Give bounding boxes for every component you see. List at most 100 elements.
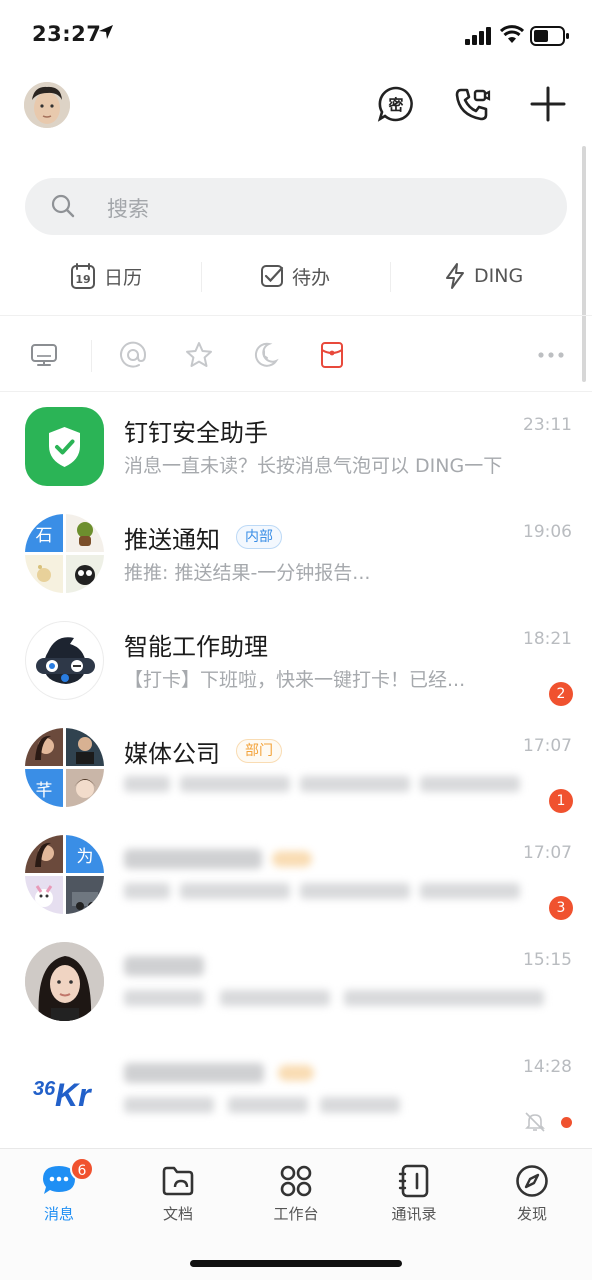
divider bbox=[201, 262, 202, 292]
conversation-name-blurred bbox=[124, 845, 324, 877]
shield-check-icon bbox=[49, 427, 80, 467]
36kr-logo: 36 Kr bbox=[33, 1077, 92, 1113]
tab-label: 工作台 bbox=[273, 1205, 319, 1223]
avatar-tile bbox=[25, 876, 63, 914]
more-icon bbox=[538, 352, 564, 358]
conversation-name: 媒体公司 bbox=[124, 740, 220, 768]
conversation-item[interactable]: 36 Kr 14:28 bbox=[0, 1035, 592, 1142]
conversation-item[interactable]: 为 17:07 3 bbox=[0, 821, 592, 928]
ding-button[interactable]: DING bbox=[444, 262, 523, 290]
avatar-tile bbox=[25, 835, 63, 873]
conversation-time: 17:07 bbox=[523, 736, 572, 756]
conversation-preview: 【打卡】下班啦，快来一键打卡！已经... bbox=[124, 669, 466, 691]
my-avatar[interactable] bbox=[24, 82, 70, 128]
todo-button[interactable]: 待办 bbox=[260, 262, 330, 290]
department-tag: 部门 bbox=[236, 739, 282, 763]
add-button[interactable] bbox=[528, 84, 568, 124]
home-indicator[interactable] bbox=[190, 1260, 402, 1267]
conversation-time: 17:07 bbox=[523, 843, 572, 863]
tab-workbench[interactable]: 工作台 bbox=[251, 1161, 341, 1225]
unread-badge: 6 bbox=[70, 1157, 94, 1181]
conversation-item[interactable]: 石 推送通知 内部 19:06 推推: 推送结果-一分钟报告... bbox=[0, 500, 592, 607]
avatar-tile bbox=[66, 769, 104, 807]
svg-text:19: 19 bbox=[75, 273, 90, 286]
avatar bbox=[25, 621, 104, 700]
conversation-preview-blurred bbox=[124, 879, 524, 908]
unread-badge: 3 bbox=[549, 896, 573, 920]
secret-chat-button[interactable]: 密 bbox=[376, 84, 416, 124]
at-icon bbox=[120, 341, 147, 368]
phone-video-icon bbox=[455, 88, 491, 121]
svg-text:Kr: Kr bbox=[55, 1077, 92, 1113]
conversation-item[interactable]: 芊 媒体公司 部门 17:07 1 bbox=[0, 714, 592, 821]
svg-text:密: 密 bbox=[388, 96, 403, 114]
ding-label: DING bbox=[474, 265, 524, 287]
filter-red-packet[interactable] bbox=[317, 340, 347, 370]
conversation-time: 18:21 bbox=[523, 629, 572, 649]
status-bar: 23:27 bbox=[0, 0, 592, 72]
red-packet-icon bbox=[321, 342, 343, 368]
group-avatar: 芊 bbox=[25, 728, 104, 807]
avatar-initial: 芊 bbox=[25, 769, 63, 807]
conversation-name: 钉钉安全助手 bbox=[124, 419, 268, 447]
conversation-name-blurred bbox=[124, 952, 224, 984]
wifi-icon bbox=[500, 25, 524, 43]
robot-bird-icon bbox=[36, 637, 95, 684]
calendar-icon: 19 bbox=[71, 263, 95, 289]
avatar-tile bbox=[25, 728, 63, 766]
search-icon bbox=[51, 194, 75, 218]
tab-label: 发现 bbox=[516, 1205, 547, 1223]
status-time: 23:27 bbox=[32, 22, 102, 46]
filter-starred[interactable] bbox=[184, 340, 214, 370]
avatar-tile bbox=[25, 555, 63, 593]
group-avatar: 为 bbox=[25, 835, 104, 914]
divider bbox=[390, 262, 391, 292]
conversation-item[interactable]: 15:15 bbox=[0, 928, 592, 1035]
conversation-list: 钉钉安全助手 23:11 消息一直未读？长按消息气泡可以 DING一下 石 推送… bbox=[0, 393, 592, 1142]
divider bbox=[91, 340, 92, 372]
avatar-tile bbox=[66, 514, 104, 552]
conversation-preview-blurred bbox=[124, 986, 564, 1015]
avatar-initial: 石 bbox=[25, 514, 63, 552]
calendar-label: 日历 bbox=[104, 266, 143, 289]
search-bar[interactable]: 搜索 bbox=[25, 178, 567, 235]
avatar bbox=[25, 407, 104, 486]
conversation-time: 15:15 bbox=[523, 950, 572, 970]
video-call-button[interactable] bbox=[452, 84, 492, 124]
tab-contacts[interactable]: 通讯录 bbox=[369, 1161, 459, 1225]
avatar-tile bbox=[66, 728, 104, 766]
compass-icon bbox=[516, 1165, 548, 1197]
filter-more[interactable] bbox=[536, 340, 566, 370]
filter-bar bbox=[0, 318, 592, 392]
tab-label: 文档 bbox=[162, 1205, 193, 1223]
tab-label: 通讯录 bbox=[391, 1205, 437, 1223]
folder-icon bbox=[162, 1166, 194, 1196]
plus-icon bbox=[530, 86, 566, 122]
conversation-preview: 推推: 推送结果-一分钟报告... bbox=[124, 562, 371, 584]
conversation-preview-blurred bbox=[124, 1093, 524, 1122]
tab-docs[interactable]: 文档 bbox=[133, 1161, 223, 1225]
conversation-time: 14:28 bbox=[523, 1057, 572, 1077]
desktop-icon bbox=[31, 344, 57, 366]
tab-messages[interactable]: 消息 6 bbox=[14, 1157, 104, 1225]
filter-desktop[interactable] bbox=[29, 340, 59, 370]
tab-discover[interactable]: 发现 bbox=[487, 1161, 577, 1225]
avatar-tile bbox=[66, 555, 104, 593]
internal-tag: 内部 bbox=[236, 525, 282, 549]
filter-later[interactable] bbox=[250, 340, 280, 370]
avatar bbox=[25, 942, 104, 1021]
avatar-initial: 为 bbox=[66, 835, 104, 873]
conversation-item[interactable]: 钉钉安全助手 23:11 消息一直未读？长按消息气泡可以 DING一下 bbox=[0, 393, 592, 500]
unread-badge: 1 bbox=[549, 789, 573, 813]
conversation-item[interactable]: 智能工作助理 18:21 【打卡】下班啦，快来一键打卡！已经... 2 bbox=[0, 607, 592, 714]
battery-icon bbox=[530, 26, 569, 46]
filter-mentions[interactable] bbox=[118, 340, 148, 370]
star-icon bbox=[186, 342, 212, 367]
search-placeholder: 搜索 bbox=[107, 197, 149, 221]
conversation-time: 23:11 bbox=[523, 415, 572, 435]
calendar-button[interactable]: 19 日历 bbox=[70, 262, 142, 290]
top-header: 密 bbox=[0, 72, 592, 142]
checkbox-icon bbox=[261, 265, 284, 287]
avatar: 36 Kr bbox=[25, 1049, 104, 1128]
unread-dot bbox=[561, 1117, 572, 1128]
